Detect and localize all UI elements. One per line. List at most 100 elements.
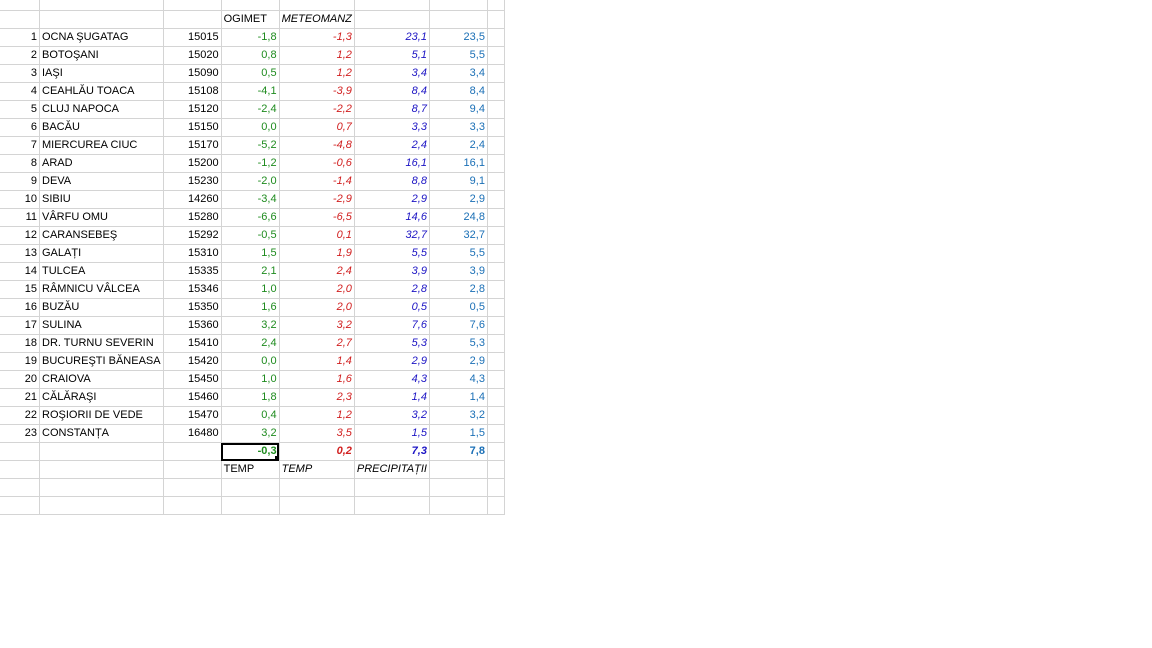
cell[interactable]: [163, 0, 222, 11]
row-number-cell[interactable]: 4: [0, 82, 40, 101]
precip-ogimet-cell[interactable]: 32,7: [429, 226, 488, 245]
station-code-cell[interactable]: 15350: [163, 298, 222, 317]
precip-meteomanz-cell[interactable]: 7,6: [354, 316, 430, 335]
cell[interactable]: [487, 118, 505, 137]
precip-meteomanz-cell[interactable]: 3,2: [354, 406, 430, 425]
precip-meteomanz-cell[interactable]: 8,4: [354, 82, 430, 101]
precip-meteomanz-cell[interactable]: 2,9: [354, 352, 430, 371]
footer-precip-label[interactable]: PRECIPITAȚII: [354, 460, 430, 479]
cell[interactable]: [487, 154, 505, 173]
precip-ogimet-cell[interactable]: 2,9: [429, 352, 488, 371]
station-name-cell[interactable]: CONSTANȚA: [39, 424, 164, 443]
cell[interactable]: [487, 208, 505, 227]
cell[interactable]: [487, 0, 505, 11]
precip-meteomanz-cell[interactable]: 16,1: [354, 154, 430, 173]
station-name-cell[interactable]: TULCEA: [39, 262, 164, 281]
precip-ogimet-cell[interactable]: 3,4: [429, 64, 488, 83]
ogimet-temp-cell[interactable]: -2,0: [221, 172, 280, 191]
ogimet-temp-cell[interactable]: 1,6: [221, 298, 280, 317]
ogimet-temp-cell[interactable]: 3,2: [221, 424, 280, 443]
cell[interactable]: [354, 0, 430, 11]
meteomanz-temp-cell[interactable]: -3,9: [279, 82, 355, 101]
row-number-cell[interactable]: 10: [0, 190, 40, 209]
meteomanz-temp-cell[interactable]: 3,2: [279, 316, 355, 335]
precip-ogimet-cell[interactable]: 1,5: [429, 424, 488, 443]
precip-ogimet-cell[interactable]: 8,4: [429, 82, 488, 101]
cell[interactable]: [279, 496, 355, 515]
cell[interactable]: [163, 10, 222, 29]
ogimet-temp-cell[interactable]: 1,5: [221, 244, 280, 263]
station-code-cell[interactable]: 15310: [163, 244, 222, 263]
precip-ogimet-cell[interactable]: 3,9: [429, 262, 488, 281]
cell[interactable]: [487, 46, 505, 65]
station-name-cell[interactable]: BUCUREŞTI BĂNEASA: [39, 352, 164, 371]
row-number-cell[interactable]: 16: [0, 298, 40, 317]
station-name-cell[interactable]: CARANSEBEŞ: [39, 226, 164, 245]
station-code-cell[interactable]: 15420: [163, 352, 222, 371]
cell[interactable]: [39, 460, 164, 479]
station-name-cell[interactable]: BACĂU: [39, 118, 164, 137]
station-name-cell[interactable]: MIERCUREA CIUC: [39, 136, 164, 155]
cell[interactable]: [487, 100, 505, 119]
cell[interactable]: [487, 370, 505, 389]
station-name-cell[interactable]: GALAȚI: [39, 244, 164, 263]
station-name-cell[interactable]: IAŞI: [39, 64, 164, 83]
precip-meteomanz-cell[interactable]: 3,9: [354, 262, 430, 281]
cell[interactable]: [39, 496, 164, 515]
precip-ogimet-cell[interactable]: 5,3: [429, 334, 488, 353]
station-name-cell[interactable]: VÂRFU OMU: [39, 208, 164, 227]
station-name-cell[interactable]: CĂLĂRAŞI: [39, 388, 164, 407]
station-name-cell[interactable]: RÂMNICU VÂLCEA: [39, 280, 164, 299]
precip-ogimet-cell[interactable]: 4,3: [429, 370, 488, 389]
precip-meteomanz-cell[interactable]: 2,4: [354, 136, 430, 155]
cell[interactable]: [0, 460, 40, 479]
precip-meteomanz-cell[interactable]: 4,3: [354, 370, 430, 389]
cell[interactable]: [279, 0, 355, 11]
cell[interactable]: [429, 460, 488, 479]
header-ogimet[interactable]: OGIMET: [221, 10, 280, 29]
meteomanz-temp-cell[interactable]: -2,9: [279, 190, 355, 209]
station-code-cell[interactable]: 15292: [163, 226, 222, 245]
meteomanz-temp-cell[interactable]: 2,4: [279, 262, 355, 281]
station-code-cell[interactable]: 15120: [163, 100, 222, 119]
meteomanz-temp-cell[interactable]: -1,4: [279, 172, 355, 191]
row-number-cell[interactable]: 23: [0, 424, 40, 443]
cell[interactable]: [0, 442, 40, 461]
cell[interactable]: [487, 10, 505, 29]
cell[interactable]: [487, 478, 505, 497]
station-name-cell[interactable]: DR. TURNU SEVERIN: [39, 334, 164, 353]
ogimet-temp-cell[interactable]: 0,8: [221, 46, 280, 65]
cell[interactable]: [39, 478, 164, 497]
cell[interactable]: [39, 10, 164, 29]
cell[interactable]: [221, 478, 280, 497]
station-code-cell[interactable]: 15450: [163, 370, 222, 389]
station-code-cell[interactable]: 16480: [163, 424, 222, 443]
precip-meteomanz-cell[interactable]: 8,8: [354, 172, 430, 191]
precip-meteomanz-cell[interactable]: 14,6: [354, 208, 430, 227]
precip-ogimet-cell[interactable]: 23,5: [429, 28, 488, 47]
cell[interactable]: [487, 406, 505, 425]
precip-meteomanz-cell[interactable]: 5,3: [354, 334, 430, 353]
footer-temp-label-2[interactable]: TEMP: [279, 460, 355, 479]
precip-meteomanz-cell[interactable]: 5,5: [354, 244, 430, 263]
meteomanz-temp-cell[interactable]: 0,1: [279, 226, 355, 245]
row-number-cell[interactable]: 11: [0, 208, 40, 227]
row-number-cell[interactable]: 9: [0, 172, 40, 191]
cell[interactable]: [0, 496, 40, 515]
ogimet-temp-cell[interactable]: -6,6: [221, 208, 280, 227]
cell[interactable]: [39, 0, 164, 11]
row-number-cell[interactable]: 20: [0, 370, 40, 389]
station-code-cell[interactable]: 15410: [163, 334, 222, 353]
row-number-cell[interactable]: 12: [0, 226, 40, 245]
precip-meteomanz-cell[interactable]: 1,4: [354, 388, 430, 407]
cell[interactable]: [163, 478, 222, 497]
precip-meteomanz-cell[interactable]: 8,7: [354, 100, 430, 119]
meteomanz-temp-cell[interactable]: 1,2: [279, 46, 355, 65]
precip-ogimet-cell[interactable]: 5,5: [429, 244, 488, 263]
meteomanz-temp-cell[interactable]: -4,8: [279, 136, 355, 155]
cell[interactable]: [279, 478, 355, 497]
station-code-cell[interactable]: 14260: [163, 190, 222, 209]
station-code-cell[interactable]: 15108: [163, 82, 222, 101]
station-code-cell[interactable]: 15346: [163, 280, 222, 299]
precip-ogimet-cell[interactable]: 24,8: [429, 208, 488, 227]
